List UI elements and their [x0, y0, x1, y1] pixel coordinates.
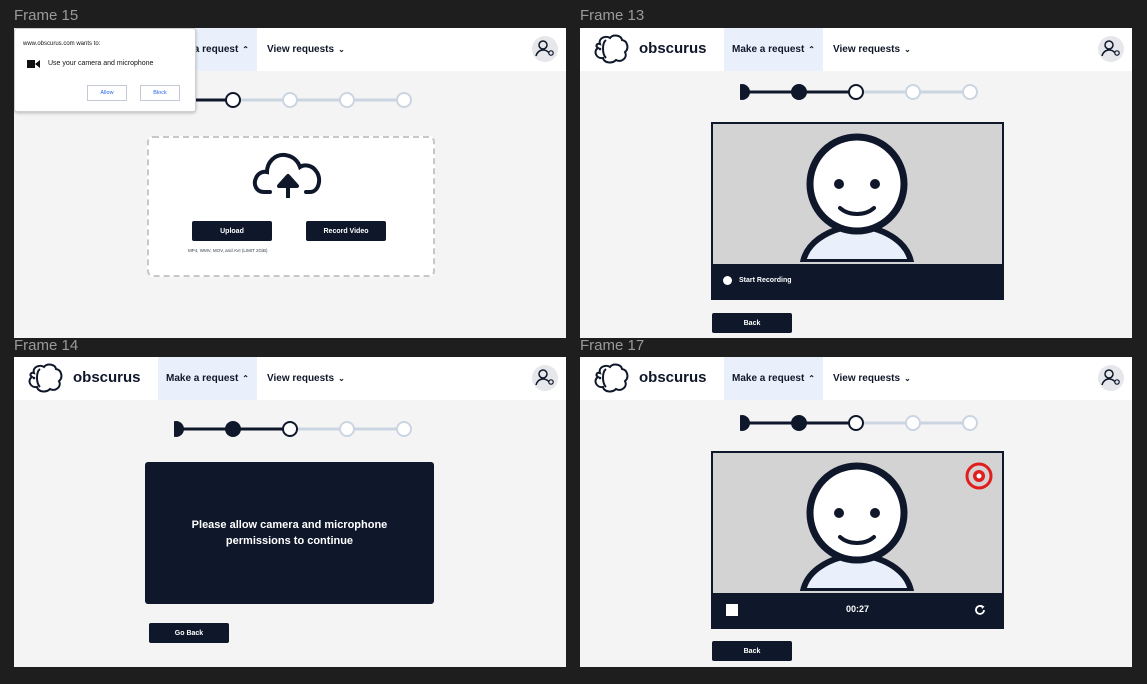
step-4 — [905, 415, 921, 431]
permission-message-line2: permissions to continue — [225, 535, 354, 547]
view-requests-menu[interactable]: View requests ⌄ — [267, 357, 345, 400]
restart-icon[interactable] — [974, 604, 986, 616]
brand-name: obscurus — [73, 369, 141, 386]
step-1 — [174, 421, 184, 437]
step-5 — [396, 421, 412, 437]
view-requests-label: View requests — [833, 44, 901, 55]
record-video-button[interactable]: Record Video — [306, 221, 386, 241]
block-button[interactable]: Block — [140, 85, 180, 101]
navbar: obscurus Make a request ⌃ View requests … — [580, 357, 1132, 400]
recording-controls: Start Recording — [713, 264, 1002, 298]
navbar: obscurus Make a request ⌃ View requests … — [14, 357, 566, 400]
back-button[interactable]: Back — [712, 313, 792, 333]
supported-formats-text: MP4, WMV, MOV, and AVI (LIMIT 2GiB) — [188, 248, 268, 253]
step-2 — [791, 84, 807, 100]
chevron-down-icon: ⌄ — [338, 374, 345, 383]
step-5 — [962, 415, 978, 431]
make-request-menu[interactable]: Make a request ⌃ — [158, 357, 257, 400]
popup-request-text: Use your camera and microphone — [48, 60, 154, 67]
chevron-down-icon: ⌄ — [338, 45, 345, 54]
person-placeholder-icon — [799, 133, 915, 262]
person-placeholder-icon — [799, 462, 915, 591]
go-back-button[interactable]: Go Back — [149, 623, 229, 643]
frame-13: obscurus Make a request ⌃ View requests … — [580, 28, 1132, 338]
frame-17-label: Frame 17 — [580, 337, 645, 354]
permission-required-panel: Please allow camera and microphone permi… — [145, 462, 434, 604]
step-5 — [962, 84, 978, 100]
frame-13-label: Frame 13 — [580, 7, 645, 24]
logo-icon — [594, 363, 629, 393]
logo-icon — [28, 363, 63, 393]
frame-17: obscurus Make a request ⌃ View requests … — [580, 357, 1132, 667]
back-button[interactable]: Back — [712, 641, 792, 661]
brand-name: obscurus — [639, 40, 707, 57]
start-recording-button[interactable]: Start Recording — [723, 276, 792, 285]
step-1 — [740, 84, 750, 100]
view-requests-menu[interactable]: View requests ⌄ — [833, 28, 911, 71]
user-settings-icon[interactable] — [1098, 36, 1124, 62]
step-2 — [791, 415, 807, 431]
permission-popup: www.obscurus.com wants to: Use your came… — [14, 28, 196, 112]
popup-site-text: www.obscurus.com wants to: — [23, 41, 101, 47]
step-5 — [339, 92, 355, 108]
permission-message-line1: Please allow camera and microphone — [191, 519, 388, 531]
make-request-label: Make a request — [166, 373, 239, 384]
step-6 — [396, 92, 412, 108]
view-requests-label: View requests — [267, 44, 335, 55]
view-requests-menu[interactable]: View requests ⌄ — [267, 28, 345, 71]
cloud-upload-icon — [252, 152, 322, 198]
make-request-menu[interactable]: Make a request ⌃ — [724, 357, 823, 400]
progress-stepper — [176, 92, 412, 108]
make-request-label: Make a request — [732, 44, 805, 55]
allow-button[interactable]: Allow — [87, 85, 127, 101]
make-request-menu[interactable]: Make a request ⌃ — [724, 28, 823, 71]
progress-stepper — [740, 84, 978, 100]
logo-icon — [594, 34, 629, 64]
progress-stepper — [174, 421, 412, 437]
step-4 — [905, 84, 921, 100]
frame-15: Make a request ⌃ View requests ⌄ Upload … — [14, 28, 566, 338]
start-recording-label: Start Recording — [739, 277, 792, 284]
step-4 — [339, 421, 355, 437]
step-1 — [740, 415, 750, 431]
chevron-up-icon: ⌃ — [242, 374, 249, 383]
video-preview: Start Recording — [711, 122, 1004, 300]
step-3 — [282, 421, 298, 437]
video-camera-icon — [27, 60, 40, 68]
step-4 — [282, 92, 298, 108]
upload-dropzone[interactable]: Upload Record Video MP4, WMV, MOV, and A… — [147, 136, 435, 277]
frame-15-label: Frame 15 — [14, 7, 79, 24]
upload-button[interactable]: Upload — [192, 221, 272, 241]
user-settings-icon[interactable] — [532, 365, 558, 391]
chevron-up-icon: ⌃ — [242, 45, 249, 54]
recording-indicator-icon — [965, 462, 993, 490]
frame-14-label: Frame 14 — [14, 337, 79, 354]
view-requests-menu[interactable]: View requests ⌄ — [833, 357, 911, 400]
record-dot-icon — [723, 276, 732, 285]
video-preview: 00:27 — [711, 451, 1004, 629]
chevron-down-icon: ⌄ — [904, 45, 911, 54]
step-3 — [848, 84, 864, 100]
chevron-up-icon: ⌃ — [808, 374, 815, 383]
user-settings-icon[interactable] — [532, 36, 558, 62]
make-request-label: Make a request — [732, 373, 805, 384]
chevron-down-icon: ⌄ — [904, 374, 911, 383]
step-3 — [225, 92, 241, 108]
step-2 — [225, 421, 241, 437]
frame-14: obscurus Make a request ⌃ View requests … — [14, 357, 566, 667]
progress-stepper — [740, 415, 978, 431]
recording-timer: 00:27 — [845, 604, 870, 614]
chevron-up-icon: ⌃ — [808, 45, 815, 54]
user-settings-icon[interactable] — [1098, 365, 1124, 391]
navbar: obscurus Make a request ⌃ View requests … — [580, 28, 1132, 71]
recording-controls: 00:27 — [713, 593, 1002, 627]
step-3 — [848, 415, 864, 431]
view-requests-label: View requests — [833, 373, 901, 384]
view-requests-label: View requests — [267, 373, 335, 384]
brand-name: obscurus — [639, 369, 707, 386]
